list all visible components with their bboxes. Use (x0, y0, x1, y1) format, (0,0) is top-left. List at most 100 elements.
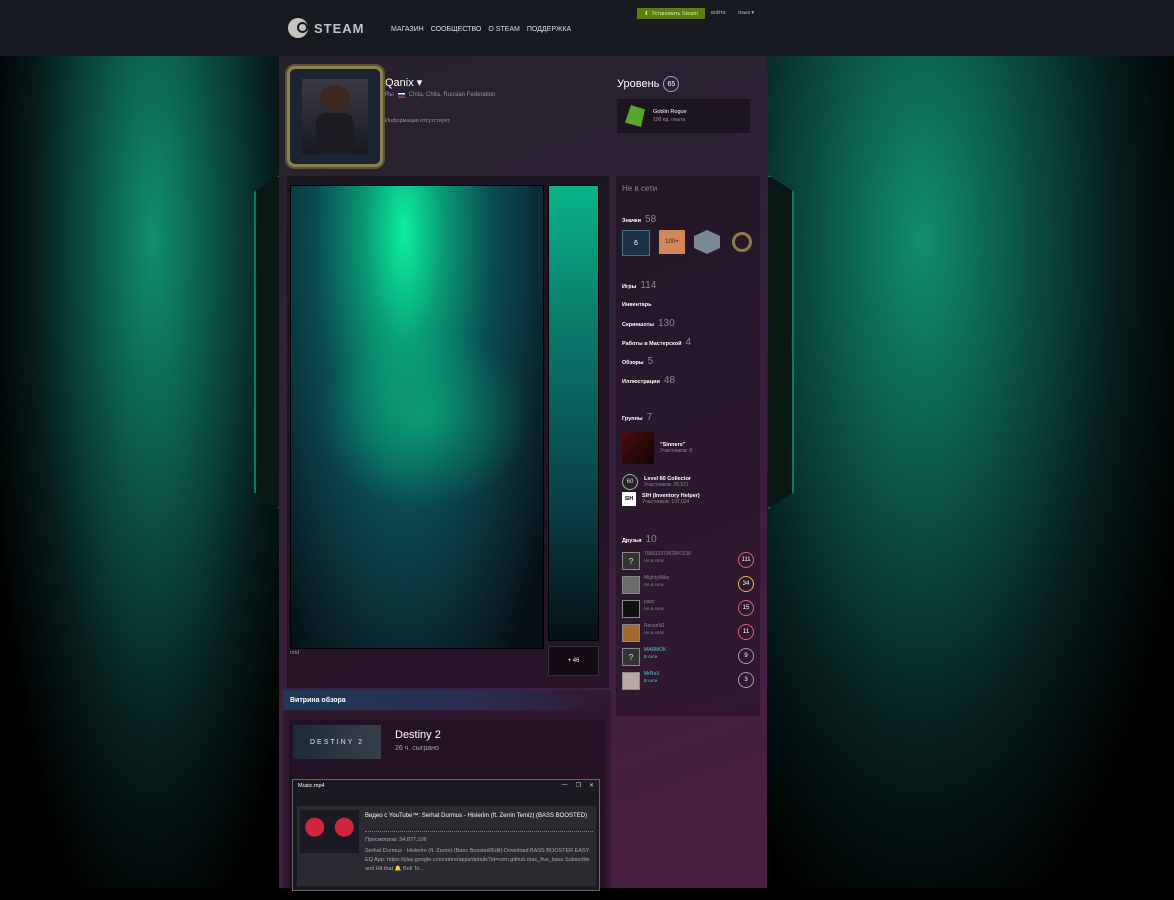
window-controls: — ❐ ✕ (562, 782, 594, 789)
steam-logo-icon (288, 18, 308, 38)
nav-about[interactable]: О STEAM (488, 26, 520, 33)
nav-support[interactable]: ПОДДЕРЖКА (527, 26, 571, 33)
friend-item[interactable]: pazy Не в сети 15 (622, 597, 754, 618)
group-members: Участников: 28,521 (644, 482, 689, 488)
video-thumbnail[interactable] (300, 810, 359, 853)
reviews-count: 5 (647, 356, 654, 367)
friend-status: Не в сети (644, 630, 664, 635)
badges-count: 58 (645, 214, 657, 225)
hours-played: 26 ч. сыграно (395, 745, 439, 752)
artwork-main[interactable] (290, 185, 544, 649)
online-status: Не в сети (622, 184, 658, 193)
badge-community-icon[interactable] (694, 230, 720, 254)
games-count: 114 (640, 280, 657, 291)
favorite-badge-name[interactable]: Goblin Rogue (653, 109, 687, 115)
level-60-icon: 60 (622, 474, 638, 490)
group-item[interactable]: SIH SIH (Inventory Helper) Участников: 19… (622, 492, 700, 506)
reviews-link[interactable]: Обзоры 5 (622, 356, 653, 367)
friends-link[interactable]: Друзья 10 (622, 534, 657, 545)
friend-name: MightyMike (644, 575, 670, 581)
video-description: Serhat Durmus - Hisleri̇m (ft. Zerrin) (… (365, 848, 590, 872)
friend-name: ReconN1 (644, 623, 665, 629)
friend-name: pazy (644, 599, 655, 605)
persona-name[interactable]: Qanix ▾ (385, 76, 422, 89)
artwork-label: Иллюстрации (622, 379, 660, 385)
friend-item[interactable]: MrRoX В сети 3 (622, 669, 754, 690)
workshop-label: Работы в Мастерской (622, 341, 682, 347)
inventory-label: Инвентарь (622, 302, 652, 308)
artwork-link[interactable]: Иллюстрации 48 (622, 375, 675, 386)
nav-store[interactable]: МАГАЗИН (391, 26, 424, 33)
nav-community[interactable]: СООБЩЕСТВО (431, 26, 482, 33)
friend-level: 34 (738, 576, 754, 592)
groups-link[interactable]: Группы 7 (622, 412, 652, 423)
game-name[interactable]: Destiny 2 (395, 729, 441, 741)
artwork-more-button[interactable]: + 46 (548, 646, 599, 676)
group-item[interactable]: "Sinners" Участников: 8 (622, 432, 692, 464)
badges-label: Значки (622, 218, 642, 224)
friend-status: Не в сети (644, 558, 664, 563)
friend-item[interactable]: ? 76561197962847238 Не в сети 111 (622, 549, 754, 570)
profile-page: Qanix ▾ Rы Chita, Chita, Russian Federat… (279, 56, 767, 900)
friend-item[interactable]: ? MARMOK В сети 9 (622, 645, 754, 666)
decor-bracket-right (768, 175, 794, 509)
artwork-title: mtd (290, 650, 300, 656)
friend-level: 3 (738, 672, 754, 688)
location: Chita, Chita, Russian Federation (408, 92, 496, 98)
level-label: Уровень (617, 78, 660, 90)
group-avatar-icon (622, 432, 654, 464)
favorite-badge[interactable]: Goblin Rogue 100 ед. опыта (617, 99, 750, 133)
friend-item[interactable]: MightyMike Не в сети 34 (622, 573, 754, 594)
friends-label: Друзья (622, 538, 642, 544)
games-label: Игры (622, 284, 637, 290)
review-body: DESTINY 2 Destiny 2 26 ч. сыграно Music.… (289, 720, 605, 900)
video-title[interactable]: Видео с YouTube™: Serhat Durmus - Hisler… (365, 811, 593, 821)
artwork-side[interactable] (548, 185, 599, 641)
friend-status: Не в сети (644, 582, 664, 587)
badge-collector-icon[interactable]: 100+ (659, 230, 685, 254)
screenshots-link[interactable]: Скриншоты 130 (622, 318, 675, 329)
avatar-frame[interactable] (287, 66, 383, 167)
real-name: Rы (385, 92, 394, 98)
badges-link[interactable]: Значки 58 (622, 214, 656, 225)
friend-status: В сети (644, 678, 658, 683)
group-item[interactable]: 60 Level 60 Collector Участников: 28,521 (622, 474, 691, 490)
video-titlebar: Music.mp4 — ❐ ✕ (293, 780, 599, 792)
level-badge[interactable]: 65 (663, 76, 680, 92)
friend-avatar (622, 672, 640, 690)
badge-ring-icon[interactable] (729, 230, 755, 254)
artwork-count: 48 (663, 375, 676, 386)
reviews-label: Обзоры (622, 360, 644, 366)
login-link[interactable]: войти (711, 10, 726, 16)
profile-header: Qanix ▾ Rы Chita, Chita, Russian Federat… (279, 56, 767, 174)
video-window: Music.mp4 — ❐ ✕ Видео с YouTube™: Serhat… (292, 779, 600, 891)
group-members: Участников: 197,024 (642, 499, 690, 505)
groups-label: Группы (622, 416, 643, 422)
download-icon: ⬇ (644, 10, 649, 17)
friend-item[interactable]: ReconN1 Не в сети 11 (622, 621, 754, 642)
language-dropdown[interactable]: язык ▾ (738, 10, 754, 16)
profile-sidebar: Не в сети Значки 58 6 100+ Игры 114 Инвент… (616, 176, 760, 716)
friend-level: 11 (738, 624, 754, 640)
inventory-link[interactable]: Инвентарь (622, 302, 651, 308)
global-header: STEAM МАГАЗИН СООБЩЕСТВО О STEAM ПОДДЕРЖ… (0, 0, 1174, 57)
install-steam-label: Установить Steam (651, 10, 698, 17)
game-capsule[interactable]: DESTINY 2 (293, 725, 381, 759)
profile-level: Уровень 65 (617, 76, 680, 92)
friends-count: 10 (645, 534, 657, 545)
steam-logo[interactable]: STEAM (288, 18, 365, 38)
real-name-location: Rы Chita, Chita, Russian Federation (385, 92, 495, 98)
group-members: Участников: 8 (660, 448, 693, 454)
games-link[interactable]: Игры 114 (622, 280, 656, 291)
artwork-showcase: mtd + 46 (287, 176, 609, 688)
profile-summary: Информация отсутствует. (385, 118, 451, 124)
background-left (0, 56, 279, 888)
workshop-link[interactable]: Работы в Мастерской 4 (622, 337, 691, 348)
avatar (302, 79, 368, 154)
youtube-card: Видео с YouTube™: Serhat Durmus - Hisler… (297, 806, 596, 886)
close-icon[interactable]: ✕ (589, 782, 594, 789)
maximize-icon[interactable]: ❐ (576, 782, 581, 789)
install-steam-button[interactable]: ⬇ Установить Steam (637, 8, 705, 19)
badge-years-icon[interactable]: 6 (622, 230, 650, 256)
minimize-icon[interactable]: — (562, 782, 568, 789)
